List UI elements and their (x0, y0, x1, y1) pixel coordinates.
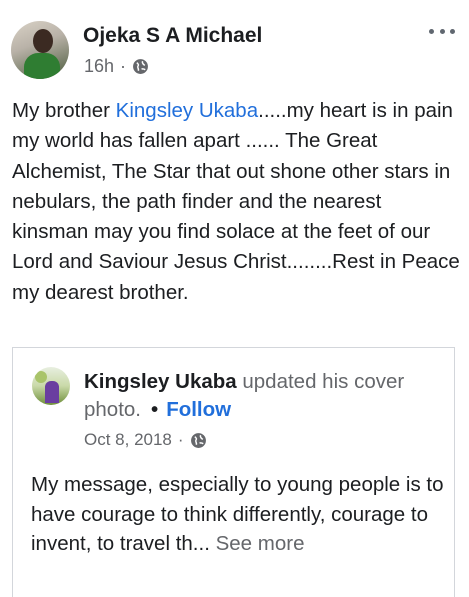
author-name[interactable]: Ojeka S A Michael (83, 24, 262, 48)
shared-post-date[interactable]: Oct 8, 2018 (84, 430, 172, 450)
meta-separator: · (120, 56, 127, 76)
see-more-link[interactable]: See more (216, 532, 305, 555)
author-avatar[interactable] (11, 21, 69, 79)
avatar-shirt (24, 53, 60, 79)
shared-post-text: My message, especially to young people i… (31, 470, 446, 559)
post-text: My brother Kingsley Ukaba.....my heart i… (12, 96, 462, 308)
follow-separator: • (151, 398, 159, 421)
shared-author-name[interactable]: Kingsley Ukaba (84, 370, 237, 393)
shared-post-meta: Oct 8, 2018 · (84, 430, 207, 450)
post-time[interactable]: 16h (84, 56, 114, 77)
post-text-rest: .....my heart is in pain my world has fa… (12, 99, 460, 304)
avatar-head (33, 29, 53, 53)
shared-post-card[interactable]: Kingsley Ukaba updated his cover photo. •… (12, 347, 455, 597)
follow-button[interactable]: Follow (166, 398, 231, 421)
shared-meta-separator: · (177, 430, 184, 449)
globe-icon (133, 59, 148, 74)
more-options-icon[interactable] (429, 25, 455, 37)
post-meta: 16h · (84, 56, 149, 77)
shared-author-avatar[interactable] (32, 367, 70, 405)
post-header: Ojeka S A Michael 16h · (0, 0, 469, 90)
mention-link[interactable]: Kingsley Ukaba (116, 99, 258, 122)
post-text-start: My brother (12, 99, 116, 122)
shared-post-header: Kingsley Ukaba updated his cover photo. •… (84, 368, 444, 424)
globe-icon (190, 432, 206, 448)
